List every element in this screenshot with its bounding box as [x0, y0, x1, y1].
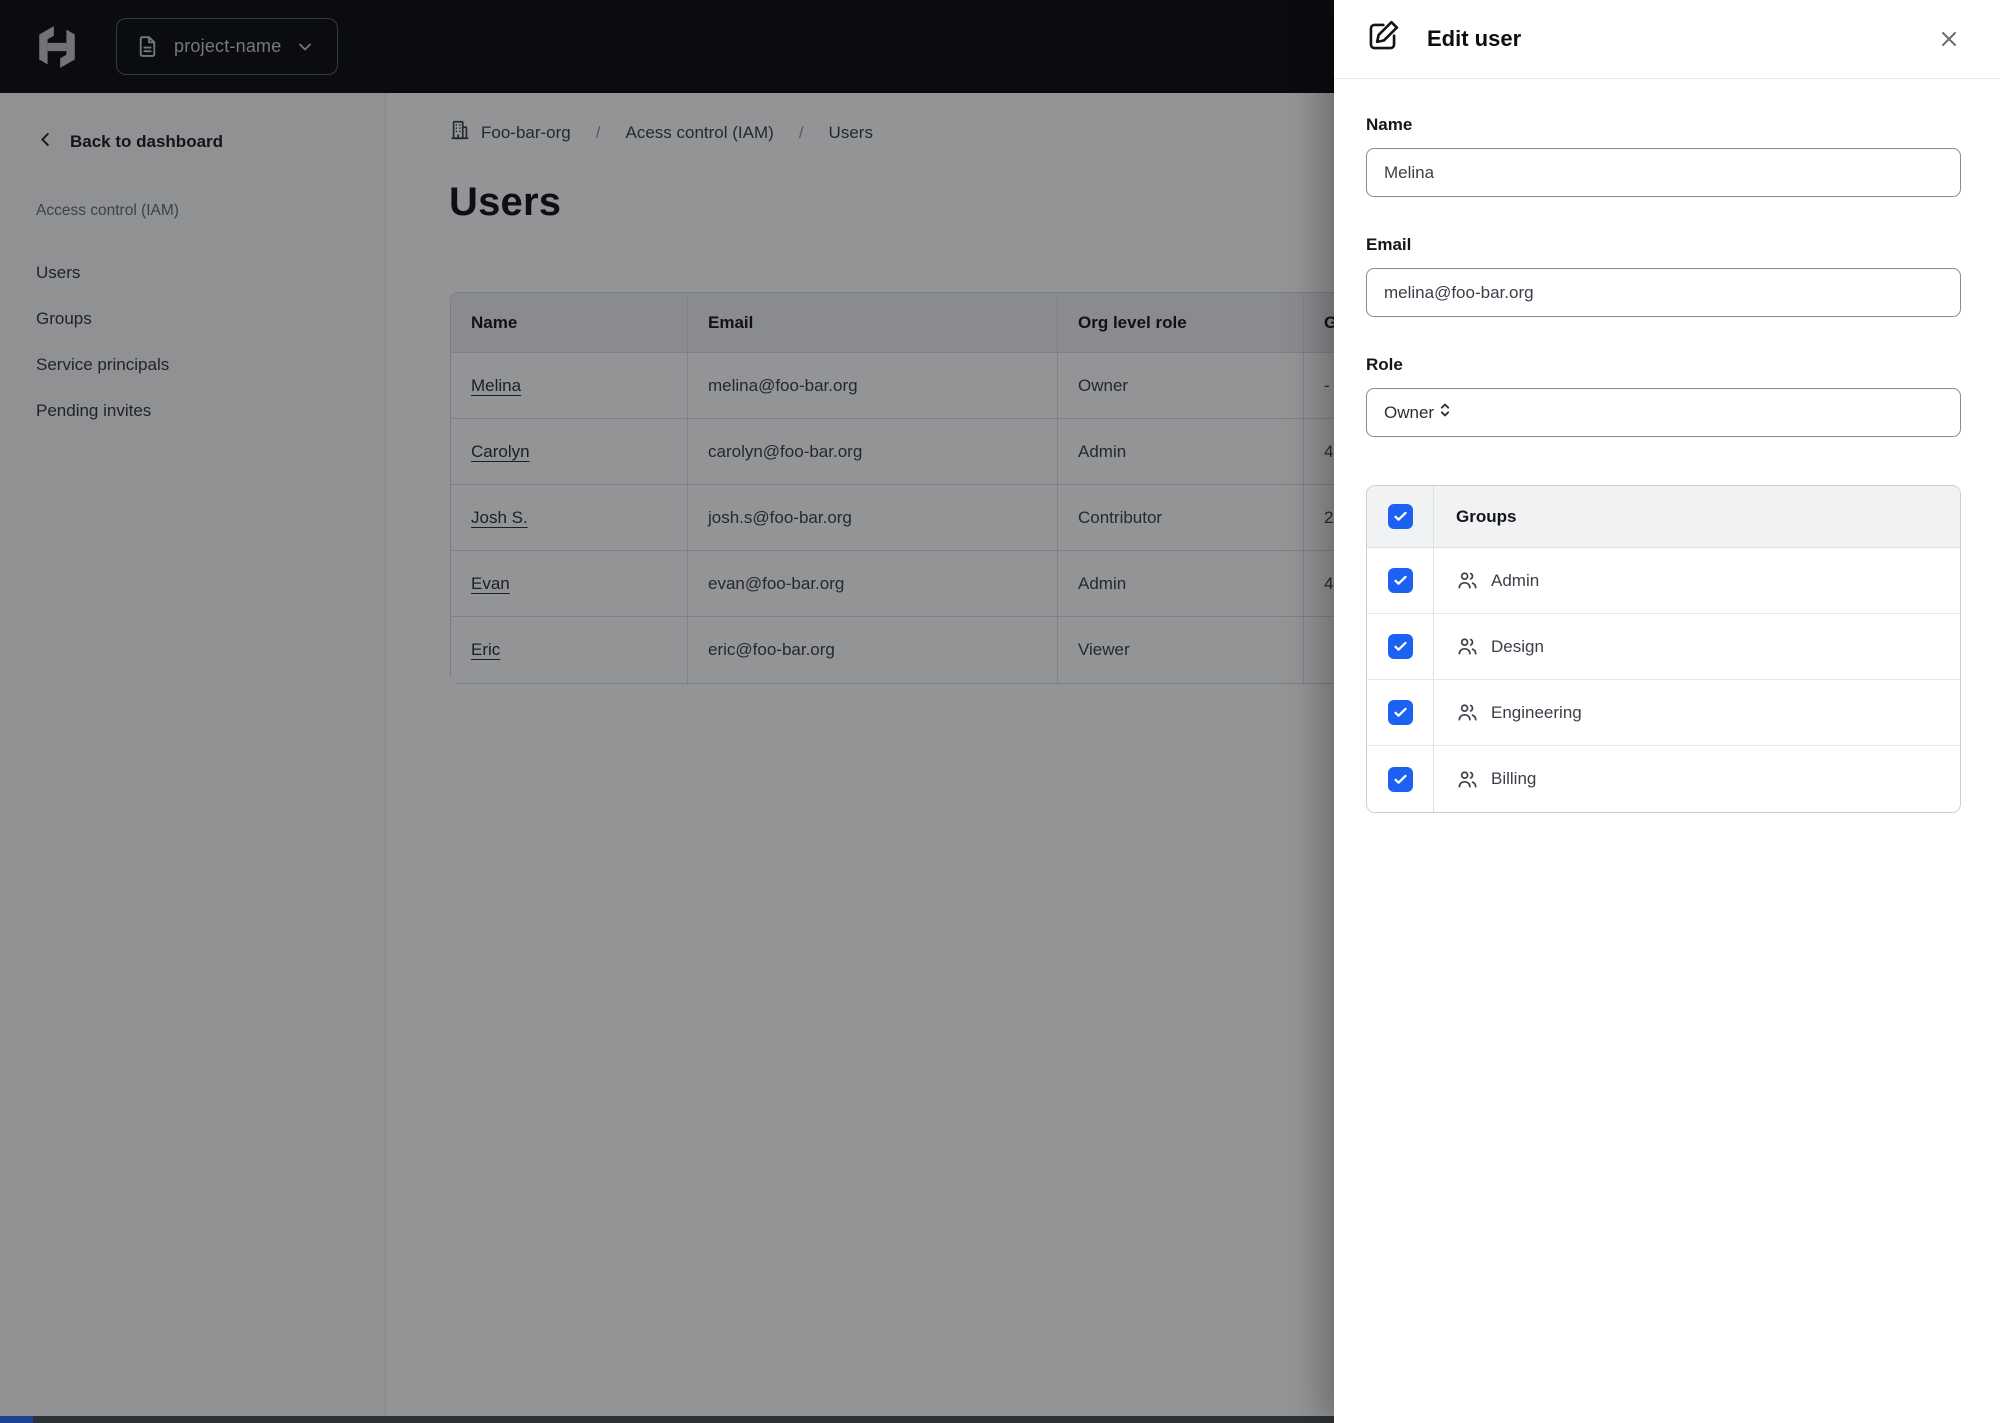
users-group-icon	[1456, 569, 1479, 592]
role-field-label: Role	[1366, 355, 1403, 374]
caret-sort-icon	[1434, 399, 1456, 426]
group-label: Admin	[1491, 570, 1540, 590]
group-row-admin: Admin	[1367, 548, 1960, 614]
users-group-icon	[1456, 768, 1479, 791]
group-row-engineering: Engineering	[1367, 680, 1960, 746]
groups-panel: Groups Admin Design Engineering Billing	[1366, 485, 1961, 813]
users-group-icon	[1456, 701, 1479, 724]
app-window: project-name Back to dashboard Access co…	[0, 0, 2000, 1423]
email-field[interactable]	[1366, 268, 1961, 317]
role-select[interactable]: Owner	[1366, 388, 1961, 437]
group-row-design: Design	[1367, 614, 1960, 680]
group-checkbox-design[interactable]	[1387, 634, 1413, 659]
users-group-icon	[1456, 635, 1479, 658]
name-field-label: Name	[1366, 115, 1413, 134]
edit-user-drawer: Edit user Name Email Role Owner	[1334, 0, 2000, 1423]
group-checkbox-engineering[interactable]	[1387, 700, 1413, 725]
email-field-label: Email	[1366, 235, 1412, 254]
name-field[interactable]	[1366, 148, 1961, 197]
group-label: Billing	[1491, 769, 1537, 788]
group-checkbox-admin[interactable]	[1387, 568, 1413, 593]
modal-overlay[interactable]	[0, 0, 1334, 1423]
groups-select-all-checkbox[interactable]	[1387, 504, 1413, 529]
groups-panel-header-row: Groups	[1367, 486, 1960, 548]
drawer-body: Name Email Role Owner	[1334, 79, 2000, 813]
drawer-title: Edit user	[1427, 26, 1522, 51]
drawer-header: Edit user	[1334, 0, 2000, 79]
edit-pencil-icon	[1364, 18, 1401, 60]
group-checkbox-billing[interactable]	[1387, 766, 1413, 792]
group-label: Design	[1491, 636, 1544, 656]
group-row-billing: Billing	[1367, 746, 1960, 812]
close-icon[interactable]	[1934, 24, 1964, 54]
role-selected-value: Owner	[1384, 402, 1435, 422]
groups-panel-header-label: Groups	[1456, 506, 1517, 526]
group-label: Engineering	[1491, 702, 1582, 722]
